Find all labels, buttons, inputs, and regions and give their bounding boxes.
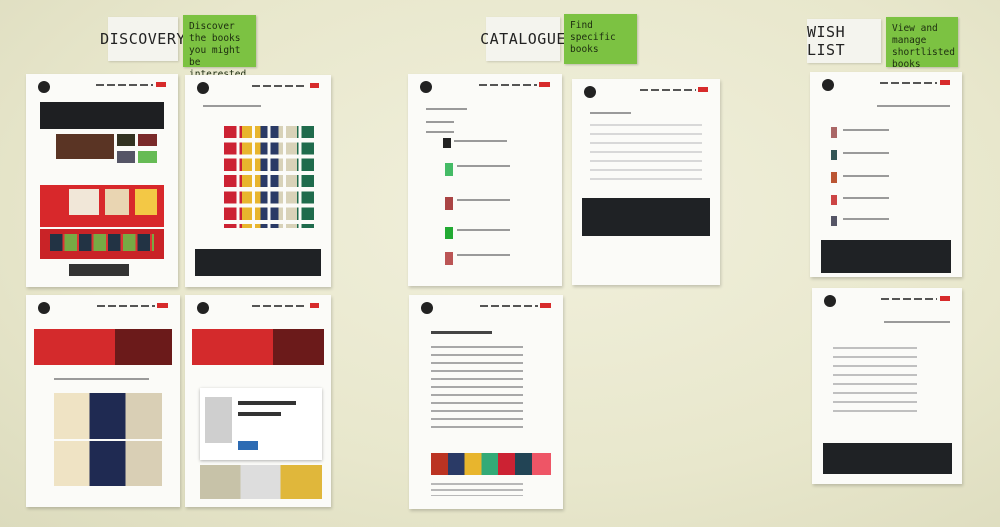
discovery-title: DISCOVERY: [100, 30, 186, 48]
catalogue-title-card: CATALOGUE: [480, 17, 565, 61]
discovery-sticky-note: Discover the books you might be interest…: [183, 15, 256, 92]
wishlist-note: View and manage shortlisted books: [892, 23, 955, 70]
discovery-book-grid-printout: [185, 75, 331, 287]
catalogue-advanced-search-printout: [572, 79, 720, 285]
catalogue-note: Find specific books: [570, 20, 616, 55]
catalogue-title: CATALOGUE: [480, 30, 566, 48]
discovery-title-card: DISCOVERY: [100, 17, 185, 61]
discovery-book-detail-printout: [185, 295, 331, 507]
catalogue-record-printout: [409, 295, 563, 509]
wishlist-list-printout: [810, 72, 962, 277]
discovery-homepage-printout: [26, 74, 178, 287]
wishlist-settings-printout: [812, 288, 962, 484]
wishlist-sticky-note: View and manage shortlisted books: [886, 17, 958, 70]
catalogue-sticky-note: Find specific books: [564, 14, 637, 64]
wishlist-title: WISH LIST: [807, 23, 846, 59]
wishlist-title-card: WISH LIST: [807, 19, 881, 63]
catalogue-search-results-printout: [408, 74, 562, 286]
discovery-staff-picks-printout: [26, 295, 180, 507]
